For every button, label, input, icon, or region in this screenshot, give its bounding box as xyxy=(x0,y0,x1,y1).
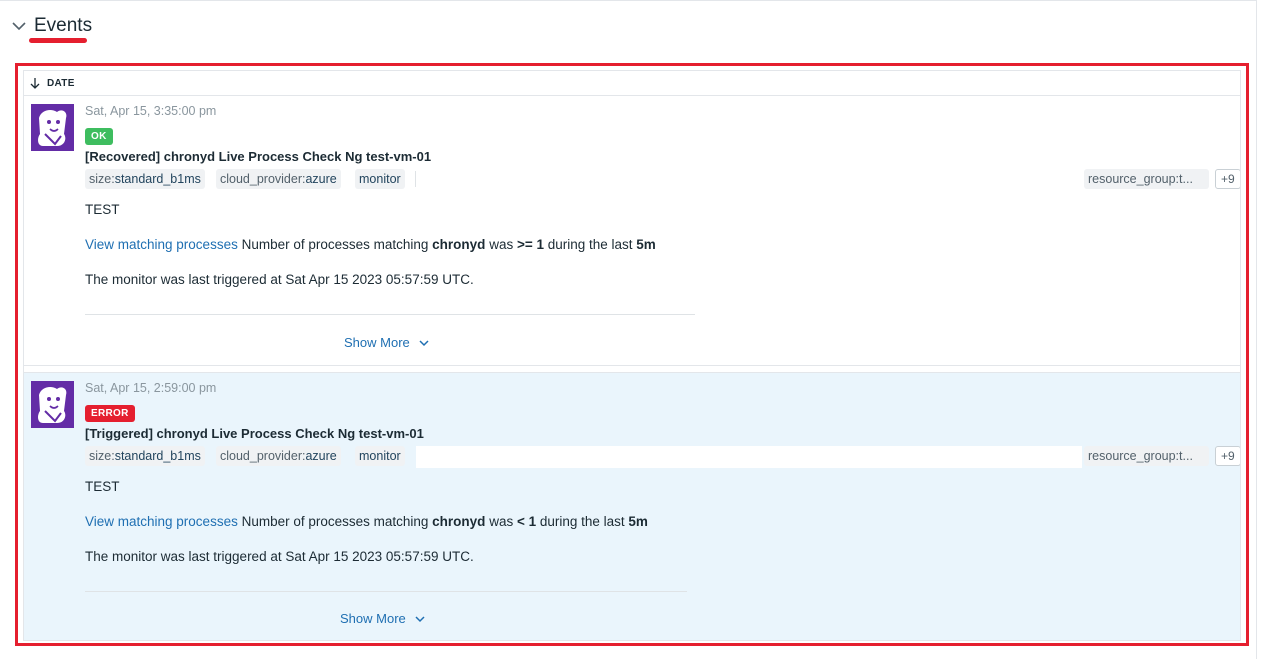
process-line: View matching processes Number of proces… xyxy=(85,237,656,252)
datadog-logo-icon xyxy=(31,104,74,151)
title-underline xyxy=(29,38,87,43)
event-title[interactable]: [Recovered] chronyd Live Process Check N… xyxy=(85,149,431,164)
tag-size[interactable]: size:standard_b1ms xyxy=(85,446,205,466)
tag-resource-group[interactable]: resource_group:t... xyxy=(1084,446,1209,466)
tags-row: size:standard_b1ms cloud_provider:azure … xyxy=(85,169,1240,191)
tags-row: size:standard_b1ms cloud_provider:azure … xyxy=(85,446,1240,468)
event-divider xyxy=(85,591,687,592)
tag-monitor[interactable]: monitor xyxy=(355,446,405,466)
more-tags-button[interactable]: +9 xyxy=(1215,446,1240,466)
section-title: Events xyxy=(34,15,93,36)
tag-spacer xyxy=(416,446,1082,468)
tag-resource-group[interactable]: resource_group:t... xyxy=(1084,169,1209,189)
more-tags-button[interactable]: +9 xyxy=(1215,169,1240,189)
trigger-line: The monitor was last triggered at Sat Ap… xyxy=(85,549,474,564)
event-test-text: TEST xyxy=(85,202,120,217)
chevron-down-icon xyxy=(12,22,26,31)
events-table: DATE Sat, Apr 15, 3:35:00 pm OK [Recover… xyxy=(23,70,1241,641)
event-title[interactable]: [Triggered] chronyd Live Process Check N… xyxy=(85,426,424,441)
chevron-down-icon xyxy=(415,615,425,622)
status-badge: OK xyxy=(85,128,113,145)
right-border xyxy=(1256,0,1257,659)
chevron-down-icon xyxy=(419,339,429,346)
events-section-toggle[interactable]: Events xyxy=(10,12,92,40)
tag-divider xyxy=(415,171,416,187)
show-more-button[interactable]: Show More xyxy=(344,335,430,350)
view-matching-processes-link[interactable]: View matching processes xyxy=(85,514,238,529)
date-column-label: DATE xyxy=(47,77,75,89)
event-timestamp: Sat, Apr 15, 3:35:00 pm xyxy=(85,104,217,118)
datadog-logo-icon xyxy=(31,381,74,428)
event-divider xyxy=(85,314,695,315)
date-column-header[interactable]: DATE xyxy=(24,71,1240,96)
tag-cloud-provider[interactable]: cloud_provider:azure xyxy=(216,446,341,466)
event-row[interactable]: Sat, Apr 15, 3:35:00 pm OK [Recovered] c… xyxy=(24,96,1240,366)
event-timestamp: Sat, Apr 15, 2:59:00 pm xyxy=(85,381,217,395)
event-row[interactable]: Sat, Apr 15, 2:59:00 pm ERROR [Triggered… xyxy=(24,372,1240,640)
arrow-down-icon xyxy=(30,78,40,89)
show-more-button[interactable]: Show More xyxy=(340,611,426,626)
event-test-text: TEST xyxy=(85,479,120,494)
status-badge: ERROR xyxy=(85,405,135,422)
top-border xyxy=(0,0,1257,2)
tag-cloud-provider[interactable]: cloud_provider:azure xyxy=(216,169,341,189)
trigger-line: The monitor was last triggered at Sat Ap… xyxy=(85,272,474,287)
events-highlight-frame: DATE Sat, Apr 15, 3:35:00 pm OK [Recover… xyxy=(15,63,1249,646)
tag-monitor[interactable]: monitor xyxy=(355,169,405,189)
process-line: View matching processes Number of proces… xyxy=(85,514,648,529)
view-matching-processes-link[interactable]: View matching processes xyxy=(85,237,238,252)
tag-size[interactable]: size:standard_b1ms xyxy=(85,169,205,189)
